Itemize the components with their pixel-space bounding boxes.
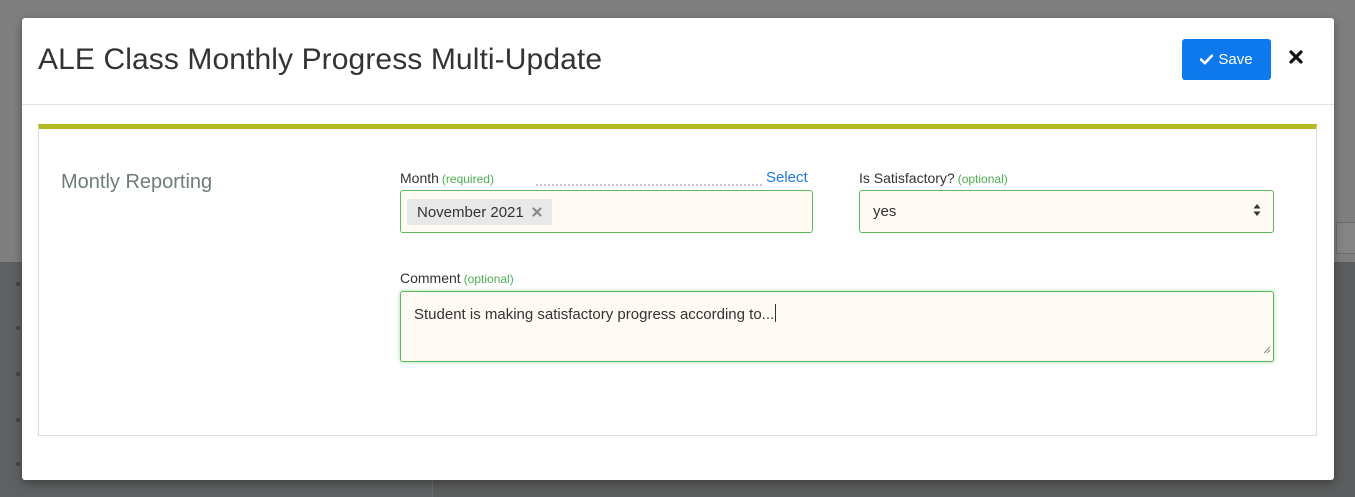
save-label: Save <box>1218 51 1253 68</box>
text-cursor <box>775 304 777 322</box>
month-tag: November 2021 <box>407 199 552 225</box>
month-label-text: Month <box>400 170 439 186</box>
modal-title: ALE Class Monthly Progress Multi-Update <box>38 43 603 76</box>
background-bullet <box>16 282 20 286</box>
month-multiselect-field[interactable]: November 2021 <box>400 190 813 233</box>
comment-text: Student is making satisfactory progress … <box>414 304 777 323</box>
background-bullet <box>16 418 20 422</box>
background-right-box <box>1336 222 1355 254</box>
comment-textarea[interactable]: Student is making satisfactory progress … <box>400 291 1274 362</box>
month-select-link[interactable]: Select <box>766 169 808 186</box>
comment-label-text: Comment <box>400 270 461 286</box>
month-label-leader <box>536 184 762 186</box>
background-bullet <box>16 372 20 376</box>
save-button[interactable]: Save <box>1182 39 1271 80</box>
satisfactory-label-text: Is Satisfactory? <box>859 170 955 186</box>
check-icon <box>1200 54 1214 65</box>
month-label: Month (required) <box>400 170 494 186</box>
resize-grip-icon[interactable] <box>1262 341 1271 359</box>
background-bullet <box>16 462 20 466</box>
section-title: Montly Reporting <box>61 171 213 193</box>
multi-update-modal: ALE Class Monthly Progress Multi-Update … <box>22 18 1334 480</box>
monthly-reporting-panel: Montly Reporting Month (required) Select … <box>38 124 1317 436</box>
x-icon[interactable] <box>532 207 542 217</box>
comment-label: Comment (optional) <box>400 270 514 286</box>
sort-caret-icon <box>1253 203 1261 222</box>
satisfactory-label: Is Satisfactory? (optional) <box>859 170 1008 186</box>
comment-optional-hint: (optional) <box>463 272 514 286</box>
background-bullet <box>16 326 20 330</box>
close-icon <box>1289 49 1303 69</box>
satisfactory-value: yes <box>873 203 897 220</box>
satisfactory-optional-hint: (optional) <box>957 172 1008 186</box>
satisfactory-select[interactable]: yes <box>859 190 1274 233</box>
close-button[interactable] <box>1286 48 1306 70</box>
comment-value: Student is making satisfactory progress … <box>414 306 775 323</box>
modal-header: ALE Class Monthly Progress Multi-Update … <box>22 18 1334 105</box>
month-tag-label: November 2021 <box>417 203 524 221</box>
month-required-hint: (required) <box>441 172 494 186</box>
